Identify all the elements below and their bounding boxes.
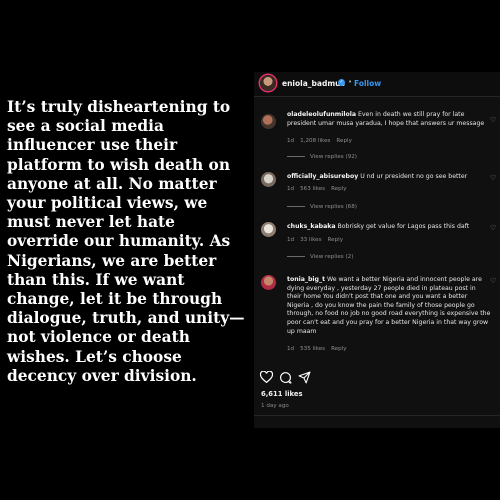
comment-time: 1d — [287, 186, 295, 192]
comment-meta: 1d 563 likes Reply — [287, 186, 353, 192]
reply-button[interactable]: Reply — [331, 346, 347, 352]
comment-body: oladeleolufunmilola Even in death we sti… — [287, 111, 491, 128]
heart-icon[interactable]: ♡ — [490, 224, 496, 232]
view-replies-link[interactable]: View replies (92) — [287, 154, 357, 160]
quote-text: It’s truly disheartening to see a social… — [7, 98, 245, 385]
comment-username[interactable]: officially_abisureboy — [287, 173, 358, 180]
view-replies-label: View replies (68) — [310, 204, 357, 210]
comment-body: tonia_big_t We want a better Nigeria and… — [287, 276, 491, 336]
replies-line — [287, 156, 305, 157]
comment-body: chuks_kabaka Bobrisky get value for Lago… — [287, 223, 491, 232]
comment-avatar[interactable] — [261, 172, 276, 187]
comment-meta: 1d 535 likes Reply — [287, 346, 353, 352]
comment-time: 1d — [287, 138, 295, 144]
reply-button[interactable]: Reply — [336, 138, 352, 144]
comment-likes[interactable]: 33 likes — [300, 237, 321, 243]
comment-likes[interactable]: 535 likes — [300, 346, 325, 352]
post-like-count[interactable]: 6,611 likes — [261, 390, 303, 398]
post-header: eniola_badmus ✓ • Follow — [254, 72, 500, 97]
replies-line — [287, 206, 305, 207]
comment-icon[interactable] — [279, 371, 292, 384]
view-replies-label: View replies (2) — [310, 254, 354, 260]
comment-meta: 1d 1,208 likes Reply — [287, 138, 358, 144]
comment-username[interactable]: tonia_big_t — [287, 276, 325, 283]
divider — [254, 415, 500, 416]
reply-button[interactable]: Reply — [328, 237, 344, 243]
profile-avatar[interactable] — [260, 75, 276, 91]
reply-button[interactable]: Reply — [331, 186, 347, 192]
comment-time: 1d — [287, 237, 295, 243]
heart-icon[interactable]: ♡ — [490, 174, 496, 182]
comment-body: officially_abisureboy U nd ur president … — [287, 173, 491, 182]
post-timestamp: 1 day ago — [261, 403, 289, 409]
comment-likes[interactable]: 1,208 likes — [300, 138, 330, 144]
comment-text: U nd ur president no go see better — [360, 173, 468, 180]
heart-icon[interactable] — [260, 371, 273, 383]
comment-username[interactable]: chuks_kabaka — [287, 223, 336, 230]
separator-dot: • — [348, 78, 353, 86]
comment-text: We want a better Nigeria and innocent pe… — [287, 276, 491, 335]
share-icon[interactable] — [298, 371, 311, 384]
add-comment-row — [260, 420, 271, 428]
comment-time: 1d — [287, 346, 295, 352]
view-replies-label: View replies (92) — [310, 154, 357, 160]
post-username[interactable]: eniola_badmus — [282, 79, 345, 88]
comment-username[interactable]: oladeleolufunmilola — [287, 111, 356, 118]
comment-likes[interactable]: 563 likes — [300, 186, 325, 192]
comment-avatar[interactable] — [261, 275, 276, 290]
heart-icon[interactable]: ♡ — [490, 277, 496, 285]
comment-text: Bobrisky get value for Lagos pass this d… — [337, 223, 470, 230]
comment-avatar[interactable] — [261, 114, 276, 129]
instagram-post-screenshot: eniola_badmus ✓ • Follow oladeleolufunmi… — [254, 72, 500, 428]
replies-line — [287, 256, 305, 257]
comment-meta: 1d 33 likes Reply — [287, 237, 349, 243]
view-replies-link[interactable]: View replies (68) — [287, 204, 357, 210]
heart-icon[interactable]: ♡ — [490, 116, 496, 124]
follow-button[interactable]: Follow — [354, 79, 381, 88]
verified-badge-icon: ✓ — [338, 79, 345, 86]
comment-icon[interactable] — [260, 427, 271, 428]
comment-avatar[interactable] — [261, 222, 276, 237]
view-replies-link[interactable]: View replies (2) — [287, 254, 353, 260]
